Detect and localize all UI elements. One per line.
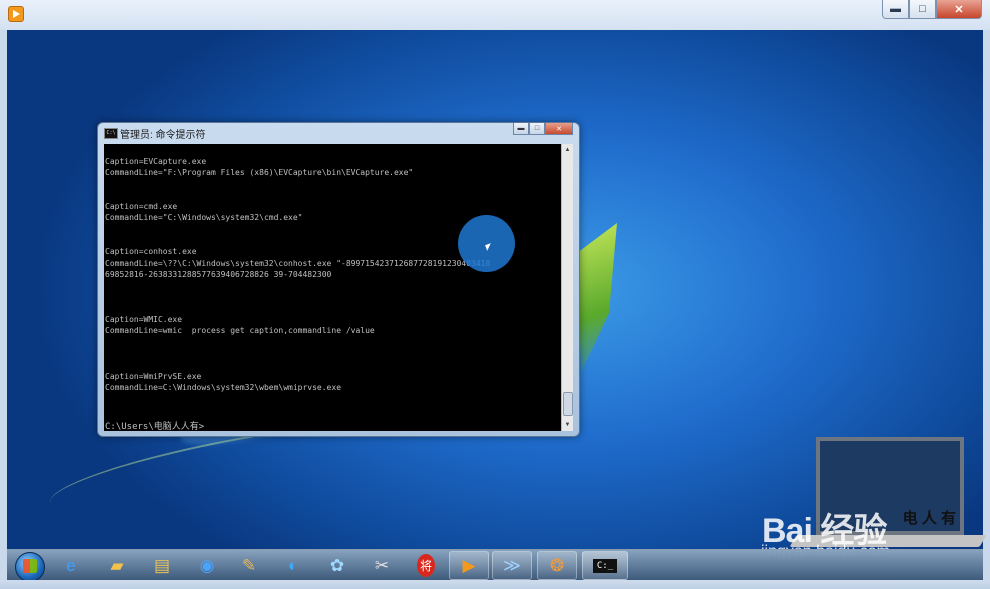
taskbar-button-chess[interactable]: 将 <box>406 551 446 580</box>
taskbar-button-browser[interactable]: ◐ <box>273 551 313 580</box>
cmd-window-icon: C:\ <box>104 128 118 139</box>
taskbar-button-media[interactable]: ◉ <box>187 551 227 580</box>
cmd-title: 管理员: 命令提示符 <box>120 130 206 141</box>
taskbar-button-ie[interactable]: e <box>51 551 91 580</box>
taskbar-button-powershell[interactable]: ≫ <box>492 551 532 580</box>
cmd-window[interactable]: C:\ 管理员: 命令提示符 ▬ □ ✕ Caption=EVCapture.e… <box>97 122 580 437</box>
cmd-scrollbar[interactable]: ▲ ▼ <box>561 144 573 431</box>
ie-icon: e <box>66 555 76 575</box>
cmd-icon: C:_ <box>592 558 618 573</box>
scroll-thumb[interactable] <box>563 392 573 416</box>
player-icon: ▶ <box>462 555 476 575</box>
taskbar-button-pinwheel[interactable]: ✿ <box>317 551 357 580</box>
firefox-icon: ❂ <box>549 555 565 575</box>
cmd-prompt[interactable]: C:\Users\电脑人人有> <box>105 419 204 431</box>
powershell-icon: ≫ <box>503 555 521 575</box>
scroll-down-arrow-icon[interactable]: ▼ <box>563 420 572 430</box>
window-frame-right <box>983 30 990 580</box>
taskbar-button-tools[interactable]: ✂ <box>362 551 402 580</box>
cmd-output: Caption=EVCapture.exe CommandLine="F:\Pr… <box>105 157 491 392</box>
taskbar: e ▰ ▤ ◉ ✎ ◐ ✿ ✂ 将 ▶ ≫ ❂ C:_ <box>7 549 983 582</box>
start-button[interactable] <box>15 552 45 582</box>
player-app-icon[interactable] <box>8 6 24 22</box>
taskbar-button-folder[interactable]: ▰ <box>97 551 137 580</box>
cmd-titlebar[interactable]: C:\ 管理员: 命令提示符 ▬ □ ✕ <box>98 123 579 143</box>
outer-titlebar: ▬ □ ✕ <box>0 0 990 31</box>
taskbar-button-firefox[interactable]: ❂ <box>537 551 577 580</box>
media-icon: ◉ <box>199 555 215 575</box>
tools-icon: ✂ <box>374 555 390 575</box>
paint-icon: ✎ <box>241 555 257 575</box>
minimize-button[interactable]: ▬ <box>882 0 909 19</box>
window-frame-bottom <box>0 580 990 589</box>
wallpaper-leaf <box>577 223 617 373</box>
cmd-window-controls: ▬ □ ✕ <box>513 123 573 135</box>
cmd-console[interactable]: Caption=EVCapture.exe CommandLine="F:\Pr… <box>104 144 565 431</box>
taskbar-button-player[interactable]: ▶ <box>449 551 489 580</box>
close-button[interactable]: ✕ <box>936 0 982 19</box>
laptop-text: 电 人 有 <box>902 510 956 527</box>
taskbar-button-file-manager[interactable]: ▤ <box>142 551 182 580</box>
chess-icon: 将 <box>416 554 435 577</box>
taskbar-button-paint[interactable]: ✎ <box>229 551 269 580</box>
cmd-minimize-button[interactable]: ▬ <box>513 123 529 135</box>
window-frame-left <box>0 30 7 580</box>
folder-icon: ▰ <box>110 555 124 575</box>
window-controls: ▬ □ ✕ <box>882 0 982 19</box>
maximize-button[interactable]: □ <box>909 0 936 19</box>
scroll-up-arrow-icon[interactable]: ▲ <box>563 145 572 155</box>
file-manager-icon: ▤ <box>153 555 171 575</box>
cmd-close-button[interactable]: ✕ <box>545 123 573 135</box>
browser-icon: ◐ <box>287 555 299 575</box>
taskbar-button-cmd[interactable]: C:_ <box>582 551 628 580</box>
pinwheel-icon: ✿ <box>329 555 345 575</box>
windows-logo-icon <box>23 559 37 573</box>
cmd-maximize-button[interactable]: □ <box>529 123 545 135</box>
